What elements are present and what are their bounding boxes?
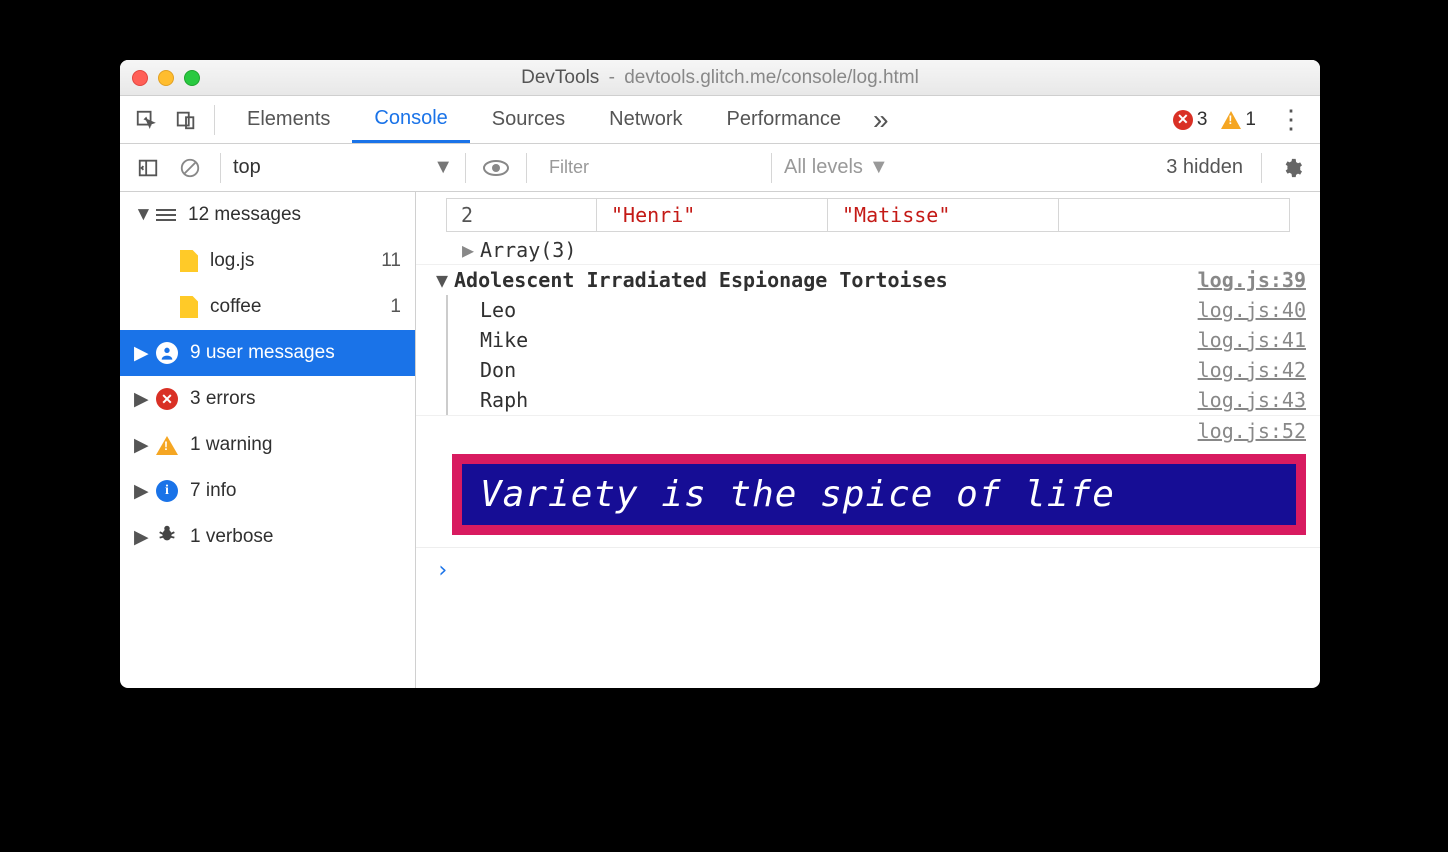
tabs-overflow-icon[interactable]: » — [863, 104, 899, 136]
devtools-window: DevTools - devtools.glitch.me/console/lo… — [120, 60, 1320, 688]
title-url: devtools.glitch.me/console/log.html — [624, 67, 919, 88]
chevron-down-icon: ▼ — [869, 156, 889, 179]
source-link[interactable]: log.js:43 — [1198, 388, 1306, 412]
console-group-body: Leolog.js:40 Mikelog.js:41 Donlog.js:42 … — [446, 295, 1320, 415]
tab-network[interactable]: Network — [587, 96, 704, 143]
chevron-down-icon: ▼ — [134, 204, 144, 226]
log-line[interactable]: Mikelog.js:41 — [450, 325, 1320, 355]
chevron-right-icon: ▶ — [134, 480, 144, 503]
clear-console-icon[interactable] — [172, 150, 208, 186]
user-icon — [156, 342, 178, 364]
sidebar-file-logjs[interactable]: log.js 11 — [120, 238, 415, 284]
gear-icon[interactable] — [1274, 150, 1310, 186]
log-levels-select[interactable]: All levels ▼ — [784, 156, 889, 179]
console-body: ▼ 12 messages log.js 11 coffee 1 ▶ 9 use… — [120, 192, 1320, 688]
separator — [1261, 153, 1262, 183]
array-preview[interactable]: ▶Array(3) — [416, 236, 1320, 264]
styled-log-row: Variety is the spice of life — [416, 446, 1320, 547]
separator — [214, 105, 215, 135]
console-group-header[interactable]: ▼ Adolescent Irradiated Espionage Tortoi… — [416, 264, 1320, 295]
log-line[interactable]: Donlog.js:42 — [450, 355, 1320, 385]
chevron-right-icon: ▶ — [134, 526, 144, 549]
titlebar: DevTools - devtools.glitch.me/console/lo… — [120, 60, 1320, 96]
chevron-right-icon: ▶ — [462, 238, 474, 262]
console-toolbar: top ▼ All levels ▼ 3 hidden — [120, 144, 1320, 192]
error-icon: ✕ — [1173, 110, 1193, 130]
chevron-down-icon: ▼ — [436, 268, 454, 292]
sidebar-warning[interactable]: ▶ 1 warning — [120, 422, 415, 468]
hidden-count[interactable]: 3 hidden — [1166, 156, 1249, 179]
issue-counters: ✕ 3 1 ⋮ — [1173, 104, 1312, 135]
log-line[interactable]: Leolog.js:40 — [450, 295, 1320, 325]
sidebar-verbose[interactable]: ▶ 1 verbose — [120, 514, 415, 560]
context-label: top — [233, 156, 261, 179]
sidebar-info[interactable]: ▶ i 7 info — [120, 468, 415, 514]
table-cell-index: 2 — [447, 199, 597, 231]
panel-tabs: Elements Console Sources Network Perform… — [225, 96, 899, 143]
inspect-icon[interactable] — [128, 102, 164, 138]
source-link[interactable]: log.js:39 — [1198, 268, 1306, 292]
console-table-row[interactable]: 2 "Henri" "Matisse" — [446, 198, 1290, 232]
chevron-right-icon: ▶ — [134, 434, 144, 457]
tab-elements[interactable]: Elements — [225, 96, 352, 143]
source-link[interactable]: log.js:40 — [1198, 298, 1306, 322]
sidebar-file-coffee[interactable]: coffee 1 — [120, 284, 415, 330]
context-selector[interactable]: top ▼ — [233, 156, 453, 179]
sidebar-messages[interactable]: ▼ 12 messages — [120, 192, 415, 238]
warning-icon — [156, 436, 178, 455]
table-cell-first: "Henri" — [597, 199, 828, 231]
title-prefix: DevTools — [521, 67, 599, 88]
filter-input[interactable] — [539, 152, 759, 184]
tab-sources[interactable]: Sources — [470, 96, 587, 143]
live-expression-icon[interactable] — [478, 150, 514, 186]
menu-kebab-icon[interactable]: ⋮ — [1270, 104, 1312, 135]
source-link[interactable]: log.js:42 — [1198, 358, 1306, 382]
device-toggle-icon[interactable] — [168, 102, 204, 138]
file-icon — [180, 250, 198, 272]
file-icon — [180, 296, 198, 318]
chevron-right-icon: ▶ — [134, 388, 144, 411]
sidebar-toggle-icon[interactable] — [130, 150, 166, 186]
list-icon — [156, 209, 176, 221]
chevron-down-icon: ▼ — [433, 156, 453, 179]
tab-performance[interactable]: Performance — [705, 96, 864, 143]
tab-console[interactable]: Console — [352, 96, 469, 143]
table-cell-last: "Matisse" — [828, 199, 1059, 231]
styled-log-text: Variety is the spice of life — [452, 454, 1306, 535]
source-link[interactable]: log.js:41 — [1198, 328, 1306, 352]
source-link[interactable]: log.js:52 — [1198, 419, 1306, 443]
separator — [220, 153, 221, 183]
separator — [526, 153, 527, 183]
prompt-chevron-icon: › — [436, 558, 449, 583]
info-icon: i — [156, 480, 178, 502]
warning-icon — [1221, 111, 1241, 129]
log-line-styled-src: log.js:52 — [416, 415, 1320, 446]
message-sidebar: ▼ 12 messages log.js 11 coffee 1 ▶ 9 use… — [120, 192, 416, 688]
window-title: DevTools - devtools.glitch.me/console/lo… — [120, 67, 1320, 89]
bug-icon — [156, 523, 178, 551]
console-prompt[interactable]: › — [416, 547, 1320, 593]
warning-counter[interactable]: 1 — [1221, 109, 1256, 131]
error-icon: ✕ — [156, 388, 178, 410]
sidebar-errors[interactable]: ▶ ✕ 3 errors — [120, 376, 415, 422]
main-tabs-row: Elements Console Sources Network Perform… — [120, 96, 1320, 144]
separator — [771, 153, 772, 183]
group-title: Adolescent Irradiated Espionage Tortoise… — [454, 268, 948, 292]
separator — [465, 153, 466, 183]
table-cell-empty — [1059, 199, 1289, 231]
log-line[interactable]: Raphlog.js:43 — [450, 385, 1320, 415]
console-output: 2 "Henri" "Matisse" ▶Array(3) ▼ Adolesce… — [416, 192, 1320, 688]
sidebar-user-messages[interactable]: ▶ 9 user messages — [120, 330, 415, 376]
chevron-right-icon: ▶ — [134, 342, 144, 365]
error-counter[interactable]: ✕ 3 — [1173, 109, 1208, 131]
